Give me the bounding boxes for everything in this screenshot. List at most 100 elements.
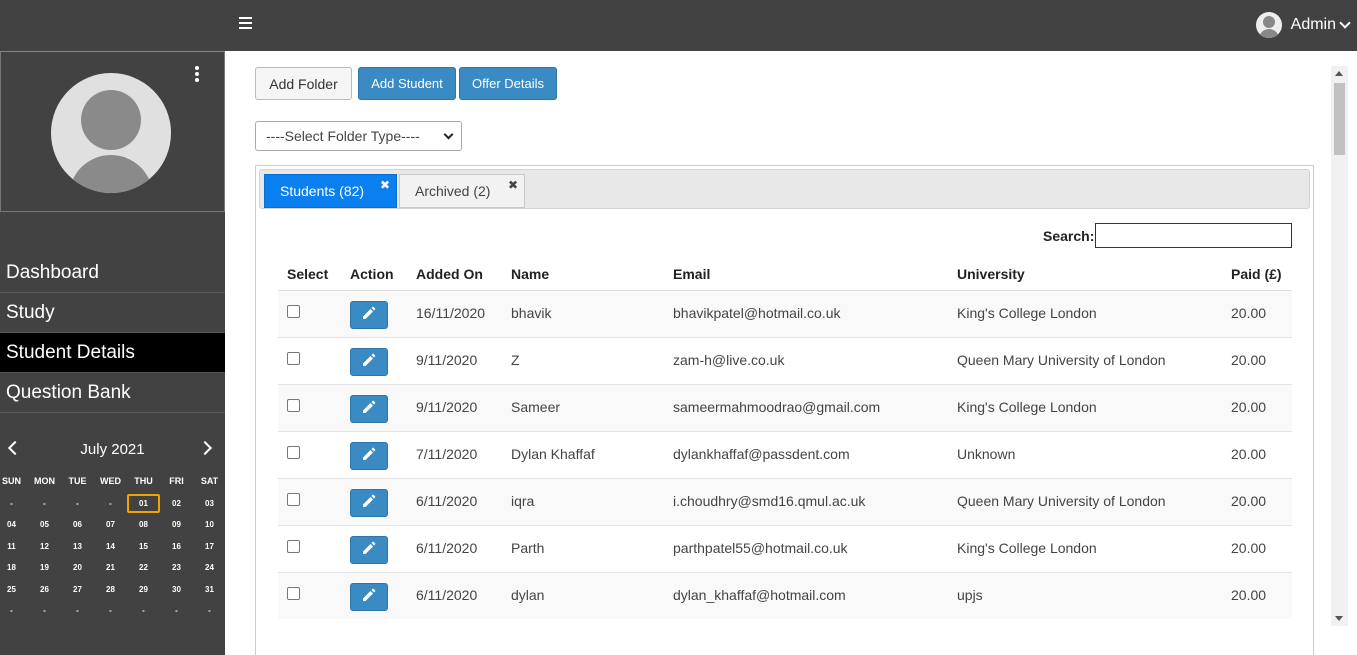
edit-button[interactable] xyxy=(350,394,388,423)
calendar-empty-day: - xyxy=(142,606,145,615)
column-header-paid[interactable]: Paid (£) xyxy=(1231,258,1292,291)
sidebar-item-dashboard[interactable]: Dashboard xyxy=(0,253,225,293)
calendar-dow: MON xyxy=(34,476,55,486)
calendar-day[interactable]: 10 xyxy=(193,514,226,536)
row-checkbox[interactable] xyxy=(287,445,300,459)
table-row: 6/11/2020 Parth parthpatel55@hotmail.co.uk… xyxy=(278,524,1292,572)
calendar-day[interactable]: 07 xyxy=(94,514,127,536)
edit-button[interactable] xyxy=(350,441,388,470)
university-cell: King's College London xyxy=(957,289,1231,337)
close-icon[interactable]: ✖ xyxy=(508,178,518,192)
column-header-university[interactable]: University xyxy=(957,258,1231,291)
calendar-day[interactable]: 21 xyxy=(94,557,127,579)
column-header-added-on[interactable]: Added On xyxy=(416,258,511,291)
paid-cell: 20.00 xyxy=(1231,336,1292,384)
sidebar-item-question-bank[interactable]: Question Bank xyxy=(0,373,225,413)
calendar-day[interactable]: 03 xyxy=(193,493,226,515)
calendar-next-icon[interactable] xyxy=(197,440,213,456)
calendar-prev-icon[interactable] xyxy=(7,440,23,456)
calendar-grid: SUN MON TUE WED THU FRI SAT - - - -01 02 03 04 05 06 07 0… xyxy=(0,471,225,622)
paid-cell: 20.00 xyxy=(1231,430,1292,478)
row-checkbox[interactable] xyxy=(287,398,300,412)
calendar-day[interactable]: 11 xyxy=(0,536,28,558)
column-header-email[interactable]: Email xyxy=(673,258,957,291)
calendar-dow: SAT xyxy=(200,476,219,486)
action-cell xyxy=(350,430,416,478)
calendar-empty-day: - xyxy=(43,498,46,508)
calendar-day[interactable]: 13 xyxy=(61,536,94,558)
offer-details-button[interactable]: Offer Details xyxy=(459,67,557,100)
email-cell: sameermahmoodrao@gmail.com xyxy=(673,383,957,431)
calendar-day[interactable]: 24 xyxy=(193,557,226,579)
calendar-day[interactable]: 08 xyxy=(127,514,160,536)
calendar-day[interactable]: 12 xyxy=(28,536,61,558)
calendar-day[interactable]: 25 xyxy=(0,579,28,601)
calendar-day[interactable]: 20 xyxy=(61,557,94,579)
scroll-up-icon[interactable] xyxy=(1335,71,1343,76)
select-cell xyxy=(278,383,350,431)
main-content: Add Folder Add Student Offer Details ---… xyxy=(225,51,1357,655)
column-header-action: Action xyxy=(350,258,416,291)
calendar-day[interactable]: 31 xyxy=(193,579,226,601)
select-cell xyxy=(278,430,350,478)
scrollbar[interactable] xyxy=(1331,66,1348,626)
calendar-day[interactable]: 05 xyxy=(28,514,61,536)
action-cell xyxy=(350,477,416,525)
tab-students[interactable]: Students (82) ✖ xyxy=(264,174,397,208)
calendar-empty-day: - xyxy=(76,606,79,615)
calendar-day[interactable]: 28 xyxy=(94,579,127,601)
calendar-empty-day: - xyxy=(208,606,211,615)
sidebar-item-student-details[interactable]: Student Details xyxy=(0,333,225,373)
calendar-day[interactable]: 01 xyxy=(127,493,160,513)
folder-type-select[interactable]: ----Select Folder Type---- xyxy=(255,121,462,151)
add-folder-button[interactable]: Add Folder xyxy=(255,67,352,100)
calendar-day[interactable]: 15 xyxy=(127,536,160,558)
scroll-thumb[interactable] xyxy=(1334,83,1345,155)
calendar-day[interactable]: 16 xyxy=(160,536,193,558)
user-menu[interactable]: Admin xyxy=(1255,12,1351,38)
edit-button[interactable] xyxy=(350,347,388,376)
calendar-day[interactable]: 04 xyxy=(0,514,28,536)
top-bar: Admin xyxy=(0,0,1357,51)
tab-students-label: Students (82) xyxy=(280,183,365,199)
pencil-icon xyxy=(361,587,377,606)
calendar-day[interactable]: 23 xyxy=(160,557,193,579)
hamburger-menu-icon[interactable] xyxy=(239,17,252,31)
row-checkbox[interactable] xyxy=(287,492,300,506)
edit-button[interactable] xyxy=(350,535,388,564)
name-cell: Sameer xyxy=(511,383,673,431)
add-student-button[interactable]: Add Student xyxy=(358,67,456,100)
action-cell xyxy=(350,336,416,384)
calendar-empty-day: - xyxy=(76,498,79,508)
edit-button[interactable] xyxy=(350,582,388,611)
calendar-day[interactable]: 26 xyxy=(28,579,61,601)
calendar-day[interactable]: 19 xyxy=(28,557,61,579)
row-checkbox[interactable] xyxy=(287,351,300,365)
more-options-icon[interactable] xyxy=(195,66,199,84)
calendar-day[interactable]: 27 xyxy=(61,579,94,601)
name-cell: Dylan Khaffaf xyxy=(511,430,673,478)
calendar-day[interactable]: 14 xyxy=(94,536,127,558)
row-checkbox[interactable] xyxy=(287,586,300,600)
calendar-day[interactable]: 22 xyxy=(127,557,160,579)
sidebar-item-study[interactable]: Study xyxy=(0,293,225,333)
column-header-name[interactable]: Name xyxy=(511,258,673,291)
row-checkbox[interactable] xyxy=(287,304,300,318)
edit-button[interactable] xyxy=(350,300,388,329)
calendar-header: July 2021 xyxy=(0,437,225,463)
scroll-down-icon[interactable] xyxy=(1335,616,1343,621)
calendar-day[interactable]: 09 xyxy=(160,514,193,536)
university-cell: Unknown xyxy=(957,430,1231,478)
calendar-day[interactable]: 02 xyxy=(160,493,193,515)
email-cell: bhavikpatel@hotmail.co.uk xyxy=(673,289,957,337)
calendar-day[interactable]: 18 xyxy=(0,557,28,579)
close-icon[interactable]: ✖ xyxy=(380,178,390,192)
calendar-day[interactable]: 30 xyxy=(160,579,193,601)
calendar-day[interactable]: 06 xyxy=(61,514,94,536)
search-input[interactable] xyxy=(1095,223,1292,248)
edit-button[interactable] xyxy=(350,488,388,517)
row-checkbox[interactable] xyxy=(287,539,300,553)
calendar-day[interactable]: 17 xyxy=(193,536,226,558)
tab-archived[interactable]: Archived (2) ✖ xyxy=(399,174,525,208)
calendar-day[interactable]: 29 xyxy=(127,579,160,601)
